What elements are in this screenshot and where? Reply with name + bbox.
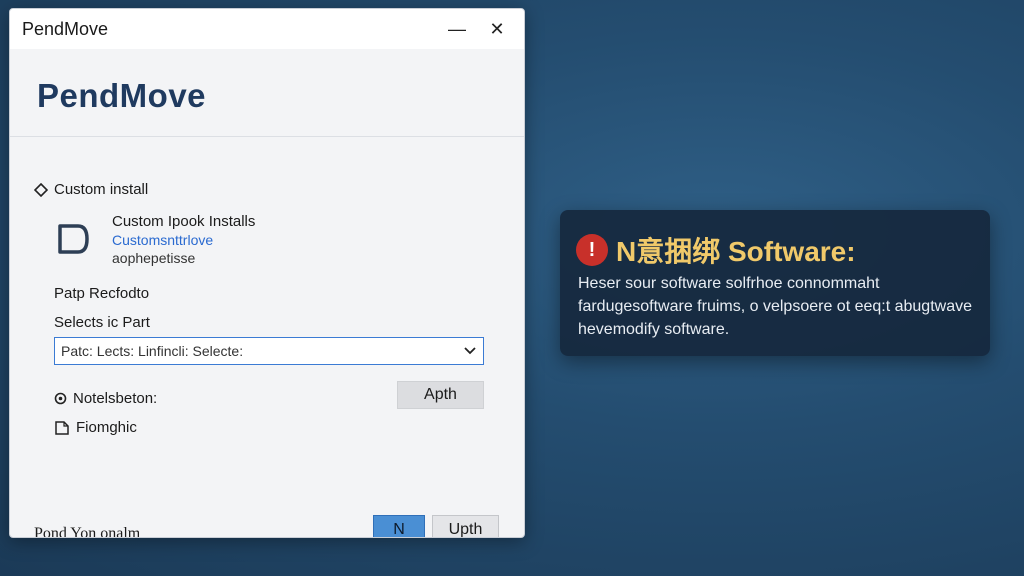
- toast-title: N意捆绑 Software:: [616, 236, 856, 267]
- package-icon: [58, 224, 89, 254]
- chevron-down-icon: [464, 347, 476, 355]
- next-button[interactable]: N: [373, 515, 425, 537]
- path-label: Patp Recfodto: [54, 285, 150, 302]
- window-controls: — ✕: [440, 14, 514, 44]
- toast-header: ! N意捆绑 Software:: [576, 230, 856, 270]
- note-row[interactable]: Notelsbeton:: [54, 390, 157, 407]
- install-option-text: Custom Ipook Installs Customsnttrlove ao…: [112, 213, 352, 266]
- graphic-label: Fiomghic: [76, 419, 137, 436]
- option-description: aophepetisse: [112, 250, 196, 266]
- alert-icon: !: [576, 234, 608, 266]
- option-title: Custom Ipook Installs: [112, 213, 256, 230]
- warning-toast: ! N意捆绑 Software: Heser sour software sol…: [560, 210, 990, 356]
- close-button[interactable]: ✕: [480, 14, 514, 44]
- footer-link[interactable]: Pond Yon onalm: [34, 525, 140, 537]
- installer-window: PendMove — ✕ PendMove Custom install Cus…: [9, 8, 525, 538]
- window-content: PendMove Custom install Custom Ipook Ins…: [10, 49, 524, 537]
- custom-install-label: Custom install: [54, 181, 149, 198]
- brand-title: PendMove: [37, 77, 207, 114]
- graphic-row[interactable]: Fiomghic: [54, 419, 137, 436]
- custom-install-radio[interactable]: Custom install: [34, 181, 148, 198]
- apply-button[interactable]: Apth: [397, 381, 484, 409]
- diamond-icon: [34, 182, 48, 197]
- secondary-button[interactable]: Upth: [432, 515, 499, 537]
- toast-body: Heser sour software solfrhoe connommaht …: [578, 275, 972, 338]
- path-select[interactable]: Patc: Lects: Linfincli: Selecte:: [54, 337, 484, 365]
- selects-label: Selects ic Part: [54, 314, 150, 331]
- minimize-button[interactable]: —: [440, 14, 474, 44]
- select-value: Patc: Lects: Linfincli: Selecte:: [61, 343, 244, 359]
- note-label: Notelsbeton:: [73, 390, 158, 407]
- title-bar[interactable]: PendMove — ✕: [10, 9, 524, 49]
- header-divider: [10, 136, 524, 137]
- document-icon: [55, 420, 69, 435]
- option-link[interactable]: Customsnttrlove: [112, 232, 352, 248]
- window-title: PendMove: [22, 18, 109, 39]
- target-icon: [54, 392, 67, 405]
